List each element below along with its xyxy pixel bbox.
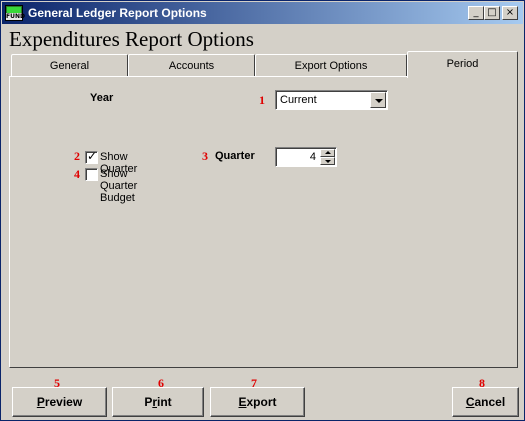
period-panel bbox=[9, 76, 518, 368]
cancel-button[interactable]: Cancel bbox=[452, 387, 519, 417]
quarter-label: Quarter bbox=[215, 150, 255, 162]
check-icon: ✓ bbox=[87, 149, 98, 163]
close-button[interactable]: × bbox=[502, 6, 518, 20]
minimize-button[interactable]: _ bbox=[468, 6, 484, 20]
report-options-window: FUND General Ledger Report Options _ □ ×… bbox=[0, 0, 525, 421]
show-quarter-budget-label: Show Quarter Budget bbox=[100, 168, 138, 204]
tab-export-options[interactable]: Export Options bbox=[255, 54, 407, 77]
tab-accounts[interactable]: Accounts bbox=[128, 54, 255, 77]
title-bar[interactable]: FUND General Ledger Report Options _ □ × bbox=[2, 2, 523, 24]
tab-period[interactable]: Period bbox=[407, 51, 518, 78]
chevron-down-icon[interactable] bbox=[370, 92, 386, 108]
annotation-2: 2 bbox=[74, 149, 80, 163]
tab-general[interactable]: General bbox=[11, 54, 128, 77]
quarter-stepper[interactable]: 4 bbox=[275, 147, 337, 167]
app-icon: FUND bbox=[5, 5, 25, 21]
maximize-button[interactable]: □ bbox=[484, 6, 500, 20]
export-button[interactable]: Export bbox=[210, 387, 305, 417]
show-quarter-budget-checkbox[interactable] bbox=[85, 168, 98, 181]
quarter-value: 4 bbox=[309, 151, 316, 163]
year-value: Current bbox=[280, 94, 317, 106]
preview-button[interactable]: Preview bbox=[12, 387, 107, 417]
print-button[interactable]: Print bbox=[112, 387, 204, 417]
year-dropdown[interactable]: Current bbox=[275, 90, 388, 110]
year-label: Year bbox=[90, 92, 114, 104]
show-quarter-checkbox[interactable]: ✓ bbox=[85, 149, 98, 164]
spin-down-icon[interactable] bbox=[320, 157, 335, 165]
window-title: General Ledger Report Options bbox=[28, 6, 207, 20]
annotation-3: 3 bbox=[202, 149, 208, 163]
page-title: Expenditures Report Options bbox=[9, 27, 254, 51]
annotation-4: 4 bbox=[74, 167, 80, 181]
annotation-1: 1 bbox=[259, 93, 265, 107]
spin-up-icon[interactable] bbox=[320, 149, 335, 157]
